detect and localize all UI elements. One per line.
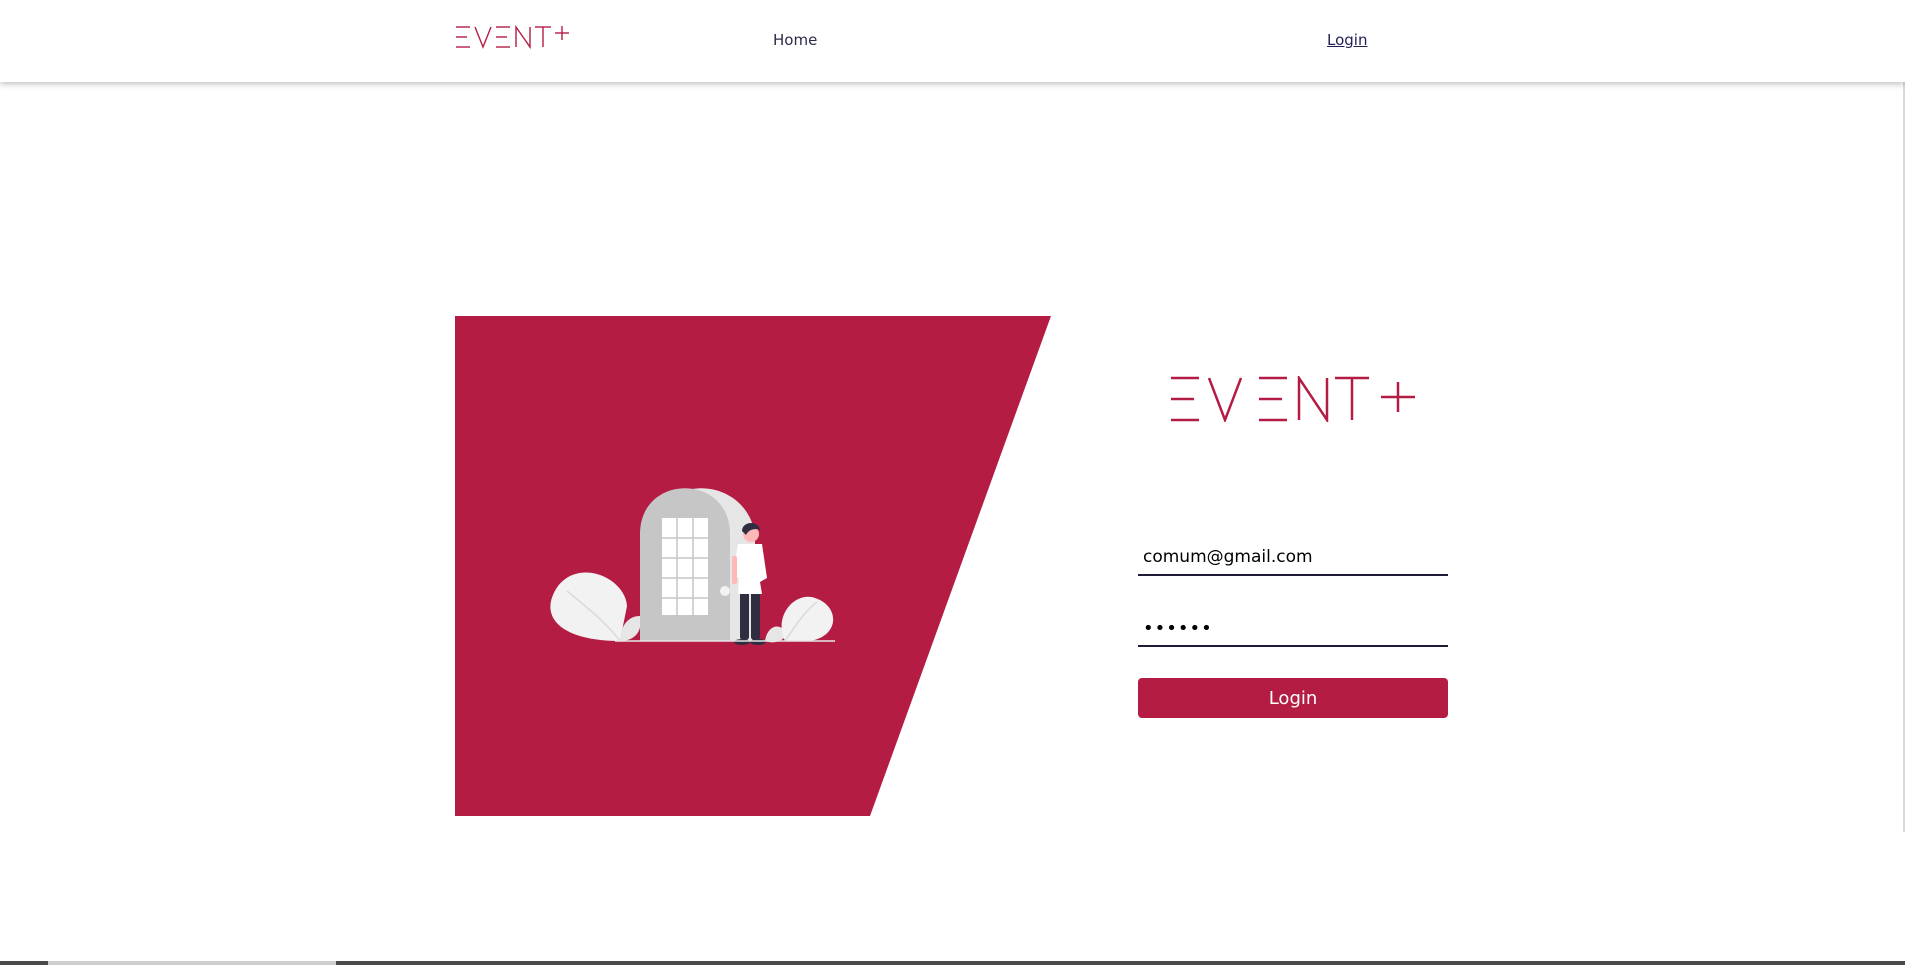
form-logo-letter-n	[1297, 376, 1329, 422]
logo-letter-v	[474, 26, 492, 49]
email-field[interactable]	[1138, 540, 1448, 576]
top-navbar: Home Login	[0, 0, 1905, 82]
form-logo-letter-e2	[1259, 376, 1287, 422]
event-plus-logo[interactable]	[455, 25, 571, 49]
login-button[interactable]: Login	[1138, 678, 1448, 718]
logo-letter-e2	[496, 26, 510, 48]
nav-home-link[interactable]: Home	[773, 31, 817, 49]
nav-login-link[interactable]: Login	[1327, 31, 1367, 49]
horizontal-scrollbar-thumb[interactable]	[48, 961, 336, 965]
password-field[interactable]	[1138, 611, 1448, 647]
form-logo-letter-v	[1207, 377, 1243, 422]
door-illustration	[455, 316, 1051, 816]
horizontal-scrollbar[interactable]	[0, 961, 1905, 965]
logo-plus	[555, 26, 569, 40]
hero-illustration	[455, 316, 1051, 816]
logo-letter-n	[515, 25, 531, 49]
form-logo-letter-t	[1335, 376, 1369, 420]
logo-letter-t	[535, 26, 551, 47]
form-event-plus-logo	[1171, 376, 1415, 422]
logo-letter-e1	[456, 26, 470, 48]
form-logo-letter-e1	[1171, 376, 1199, 422]
form-logo-plus	[1381, 382, 1415, 412]
